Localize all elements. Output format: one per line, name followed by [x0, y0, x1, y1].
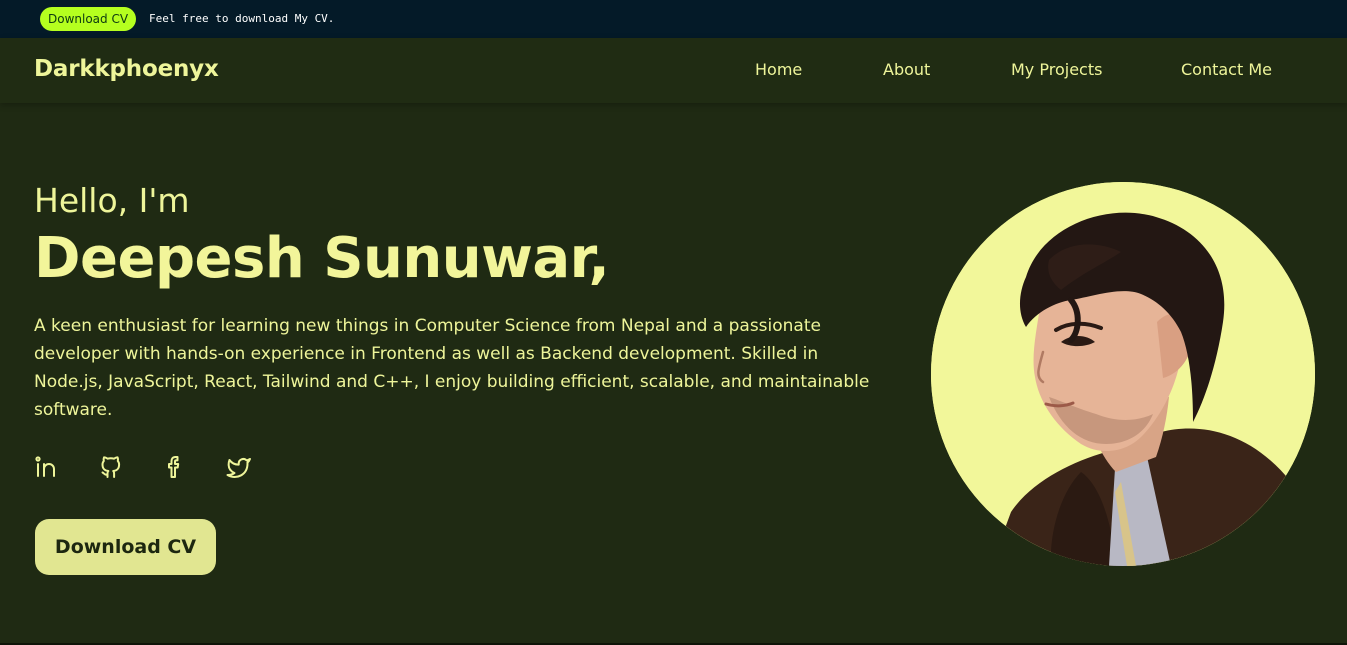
nav-link-about[interactable]: About [883, 60, 930, 79]
twitter-icon[interactable] [226, 454, 252, 480]
navbar: Darkkphoenyx Home About My Projects Cont… [0, 38, 1347, 103]
topbar-download-cv-button[interactable]: Download CV [40, 7, 137, 31]
linkedin-icon[interactable] [34, 454, 60, 480]
hero-name: Deepesh Sunuwar, [34, 226, 610, 291]
hero-greeting: Hello, I'm [34, 181, 190, 220]
download-cv-button[interactable]: Download CV [35, 519, 216, 575]
announcement-bar: Download CV Feel free to download My CV. [0, 0, 1347, 38]
nav-link-contact-me[interactable]: Contact Me [1181, 60, 1272, 79]
brand-logo[interactable]: Darkkphoenyx [34, 56, 219, 82]
hero-bio: A keen enthusiast for learning new thing… [34, 316, 870, 420]
facebook-icon[interactable] [162, 454, 188, 480]
github-icon[interactable] [98, 454, 124, 480]
profile-avatar [931, 182, 1315, 566]
nav-link-my-projects[interactable]: My Projects [1011, 60, 1102, 79]
nav-link-home[interactable]: Home [755, 60, 802, 79]
announcement-text: Feel free to download My CV. [149, 12, 335, 25]
